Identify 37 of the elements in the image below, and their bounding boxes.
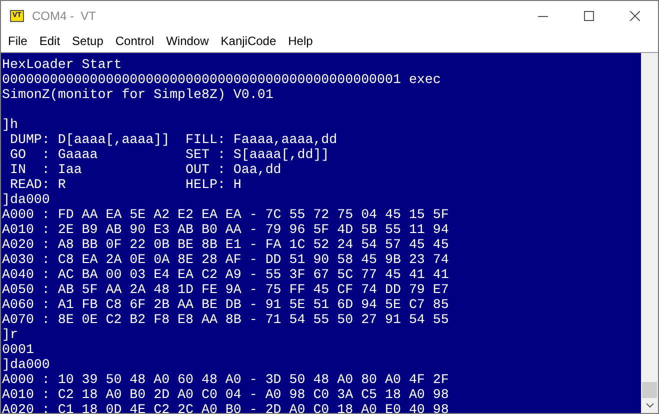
terminal-line: A040 : AC BA 00 03 E4 EA C2 A9 - 55 3F 67 5C 77 45 41 41 bbox=[2, 267, 449, 282]
menu-item[interactable]: File bbox=[2, 32, 34, 50]
close-icon bbox=[630, 11, 640, 21]
terminal-line: A020 : C1 18 0D 4E C2 2C A0 B0 - 2D A0 C0 18 A0 E0 40 98 bbox=[2, 402, 449, 413]
terminal-line: A020 : A8 BB 0F 22 0B BE 8B E1 - FA 1C 52 24 54 57 45 45 bbox=[2, 237, 449, 252]
scrollbar[interactable] bbox=[641, 53, 658, 413]
terminal-line: IN : Iaa OUT : Oaa,dd bbox=[8, 162, 282, 177]
terminal-line: GO : Gaaaa SET : S[aaaa[,dd]] bbox=[8, 147, 330, 162]
terminal-line: A060 : A1 FB C8 6F 2B AA BE DB - 91 5E 51 6D 94 5E C7 85 bbox=[2, 297, 449, 312]
terminal-line: ]h bbox=[2, 117, 18, 132]
terminal-line: A050 : AB 5F AA 2A 48 1D FE 9A - 75 FF 45 CF 74 DD 79 E7 bbox=[2, 282, 449, 297]
terminal-screen[interactable] bbox=[1, 53, 641, 413]
menu-item[interactable]: Help bbox=[282, 32, 319, 50]
terminal-line: A010 : C2 18 A0 B0 2D A0 C0 04 - A0 98 C0 3A C5 18 A0 98 bbox=[2, 387, 449, 402]
terminal-line: SimonZ(monitor for Simple8Z) V0.01 bbox=[2, 87, 274, 102]
terminal-line: ]da000 bbox=[2, 357, 50, 372]
terminal-line: A000 : 10 39 50 48 A0 60 48 A0 - 3D 50 48 A0 80 A0 4F 2F bbox=[2, 372, 449, 387]
window-title: COM4 - VT bbox=[32, 8, 96, 25]
terminal-line: DUMP: D[aaaa[,aaaa]] FILL: Faaaa,aaaa,dd bbox=[8, 132, 338, 147]
menu-item[interactable]: Setup bbox=[66, 32, 110, 50]
menu-item[interactable]: Window bbox=[160, 32, 215, 50]
menu-item[interactable]: Edit bbox=[33, 32, 66, 50]
terminal-line: 00000000000000000000000000000000000000000000000001 exec bbox=[2, 72, 441, 87]
terminal-line: HexLoader Start bbox=[2, 57, 122, 72]
terminal-line: ]da000 bbox=[2, 192, 50, 207]
maximize-icon bbox=[584, 11, 594, 21]
menu-item[interactable]: KanjiCode bbox=[214, 32, 282, 50]
scrollbar-thumb[interactable] bbox=[642, 382, 657, 398]
terminal-line: 0001 bbox=[2, 342, 34, 357]
terminal-line: A010 : 2E B9 AB 90 E3 AB B0 AA - 79 96 5F 4D 5B 55 11 94 bbox=[2, 222, 449, 237]
terminal-line: ]r bbox=[2, 327, 18, 342]
terminal-line: A030 : C8 EA 2A 0E 0A 8E 28 AF - DD 51 90 58 45 9B 23 74 bbox=[2, 252, 449, 267]
terminal-line: A070 : 8E 0E C2 B2 F8 E8 AA 8B - 71 54 55 50 27 91 54 55 bbox=[2, 312, 449, 327]
terminal-line: A000 : FD AA EA 5E A2 E2 EA EA - 7C 55 72 75 04 45 15 5F bbox=[2, 207, 449, 222]
terminal-line: READ: R HELP: H bbox=[8, 177, 242, 192]
scroll-down-icon[interactable] bbox=[646, 403, 654, 408]
menu-item[interactable]: Control bbox=[109, 32, 160, 50]
